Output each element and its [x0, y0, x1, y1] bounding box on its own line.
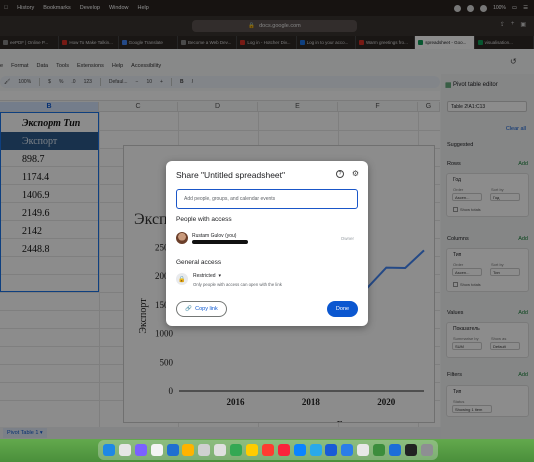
status-label: Status — [453, 399, 465, 404]
general-access-heading: General access — [176, 259, 222, 266]
show-totals-checkbox[interactable]: Show totals — [453, 207, 481, 212]
values-field-name: Показатель — [453, 326, 480, 332]
columns-label: Columns — [447, 236, 469, 242]
dock-app-icon[interactable] — [166, 444, 179, 456]
sortby-label: Sort by — [491, 187, 504, 192]
caret-down-icon: ▾ — [218, 273, 222, 279]
copy-link-button[interactable]: 🔗 Copy link — [176, 301, 227, 317]
dock-app-icon[interactable] — [325, 444, 338, 456]
access-description: Only people with access can open with th… — [193, 282, 282, 287]
showas-label: Show as — [491, 336, 507, 341]
values-field-card: Показатель Summarise by Show as SUM Defa… — [446, 322, 529, 358]
copy-link-label: Copy link — [195, 306, 218, 312]
columns-field-name: Тип — [453, 252, 462, 258]
rows-label: Rows — [447, 161, 461, 167]
share-dialog: Share "Untitled spreadsheet" ? ⚙ Add peo… — [166, 161, 368, 326]
link-icon: 🔗 — [185, 306, 193, 312]
values-label: Values — [447, 310, 464, 316]
dock-app-icon[interactable] — [277, 444, 290, 456]
dock-app-icon[interactable] — [118, 444, 131, 456]
pivot-table-icon: ▦ — [445, 82, 452, 89]
pivot-range-field[interactable]: Table 2!A1:C13 — [447, 101, 527, 112]
add-people-input[interactable]: Add people, groups, and calendar events — [176, 189, 358, 209]
columns-field-card: Тип Order Sort by Ascen... Тип Show tota… — [446, 248, 529, 292]
dock-app-icon[interactable] — [214, 444, 227, 456]
settings-gear-icon[interactable]: ⚙ — [352, 169, 359, 178]
dock-app-icon[interactable] — [182, 444, 195, 456]
user-role: Owner — [340, 236, 354, 241]
dock-app-icon[interactable] — [150, 444, 163, 456]
show-totals-checkbox[interactable]: Show totals — [453, 282, 481, 287]
dock-app-icon[interactable] — [373, 444, 386, 456]
order-label: Order — [453, 262, 464, 267]
desktop-bottom — [0, 439, 534, 462]
people-with-access-heading: People with access — [176, 216, 232, 223]
dock-app-icon[interactable] — [404, 444, 417, 456]
done-button[interactable]: Done — [327, 301, 358, 317]
clear-all-link[interactable]: Clear all — [506, 126, 526, 132]
dock-app-icon[interactable] — [388, 444, 401, 456]
dock-app-icon[interactable] — [245, 444, 258, 456]
order-select[interactable]: Ascen... — [452, 268, 482, 276]
help-icon[interactable]: ? — [336, 170, 344, 178]
access-value: Restricted — [193, 273, 216, 279]
filters-add-button[interactable]: Add — [518, 372, 528, 378]
user-name: Rustam Gulov (you) — [192, 233, 237, 239]
sortby-select[interactable]: Год — [490, 193, 520, 201]
rows-field-card: Год Order Sort by Ascen... Год Show tota… — [446, 173, 529, 217]
dock-app-icon[interactable] — [198, 444, 211, 456]
dock-app-icon[interactable] — [357, 444, 370, 456]
rows-add-button[interactable]: Add — [518, 161, 528, 167]
macos-dock — [98, 440, 438, 460]
pivot-editor-title: Pivot table editor — [453, 82, 498, 88]
lock-icon: 🔒 — [176, 273, 188, 285]
suggested-label: Suggested — [447, 142, 474, 148]
order-label: Order — [453, 187, 464, 192]
share-dialog-title: Share "Untitled spreadsheet" — [176, 170, 286, 180]
filters-label: Filters — [447, 372, 462, 378]
dock-app-icon[interactable] — [420, 444, 433, 456]
summarise-select[interactable]: SUM — [452, 342, 482, 350]
dock-app-icon[interactable] — [341, 444, 354, 456]
filter-field-name: Тип — [453, 389, 462, 395]
dock-app-icon[interactable] — [134, 444, 147, 456]
columns-add-button[interactable]: Add — [518, 236, 528, 242]
sortby-select[interactable]: Тип — [490, 268, 520, 276]
status-select[interactable]: Showing 1 item — [452, 405, 492, 413]
dock-app-icon[interactable] — [309, 444, 322, 456]
filter-field-card: Тип Status Showing 1 item — [446, 385, 529, 417]
rows-field-name: Год — [453, 177, 461, 183]
dock-app-icon[interactable] — [230, 444, 243, 456]
order-select[interactable]: Ascen... — [452, 193, 482, 201]
dock-app-icon[interactable] — [102, 444, 115, 456]
access-dropdown[interactable]: Restricted ▾ — [193, 273, 221, 279]
user-email-redacted — [192, 240, 248, 244]
pivot-editor-panel: ▦ Pivot table editor Table 2!A1:C13 Clea… — [441, 74, 534, 439]
dock-app-icon[interactable] — [261, 444, 274, 456]
avatar — [176, 232, 188, 244]
values-add-button[interactable]: Add — [518, 310, 528, 316]
summarise-label: Summarise by — [453, 336, 479, 341]
sortby-label: Sort by — [491, 262, 504, 267]
showas-select[interactable]: Default — [490, 342, 520, 350]
dock-app-icon[interactable] — [293, 444, 306, 456]
